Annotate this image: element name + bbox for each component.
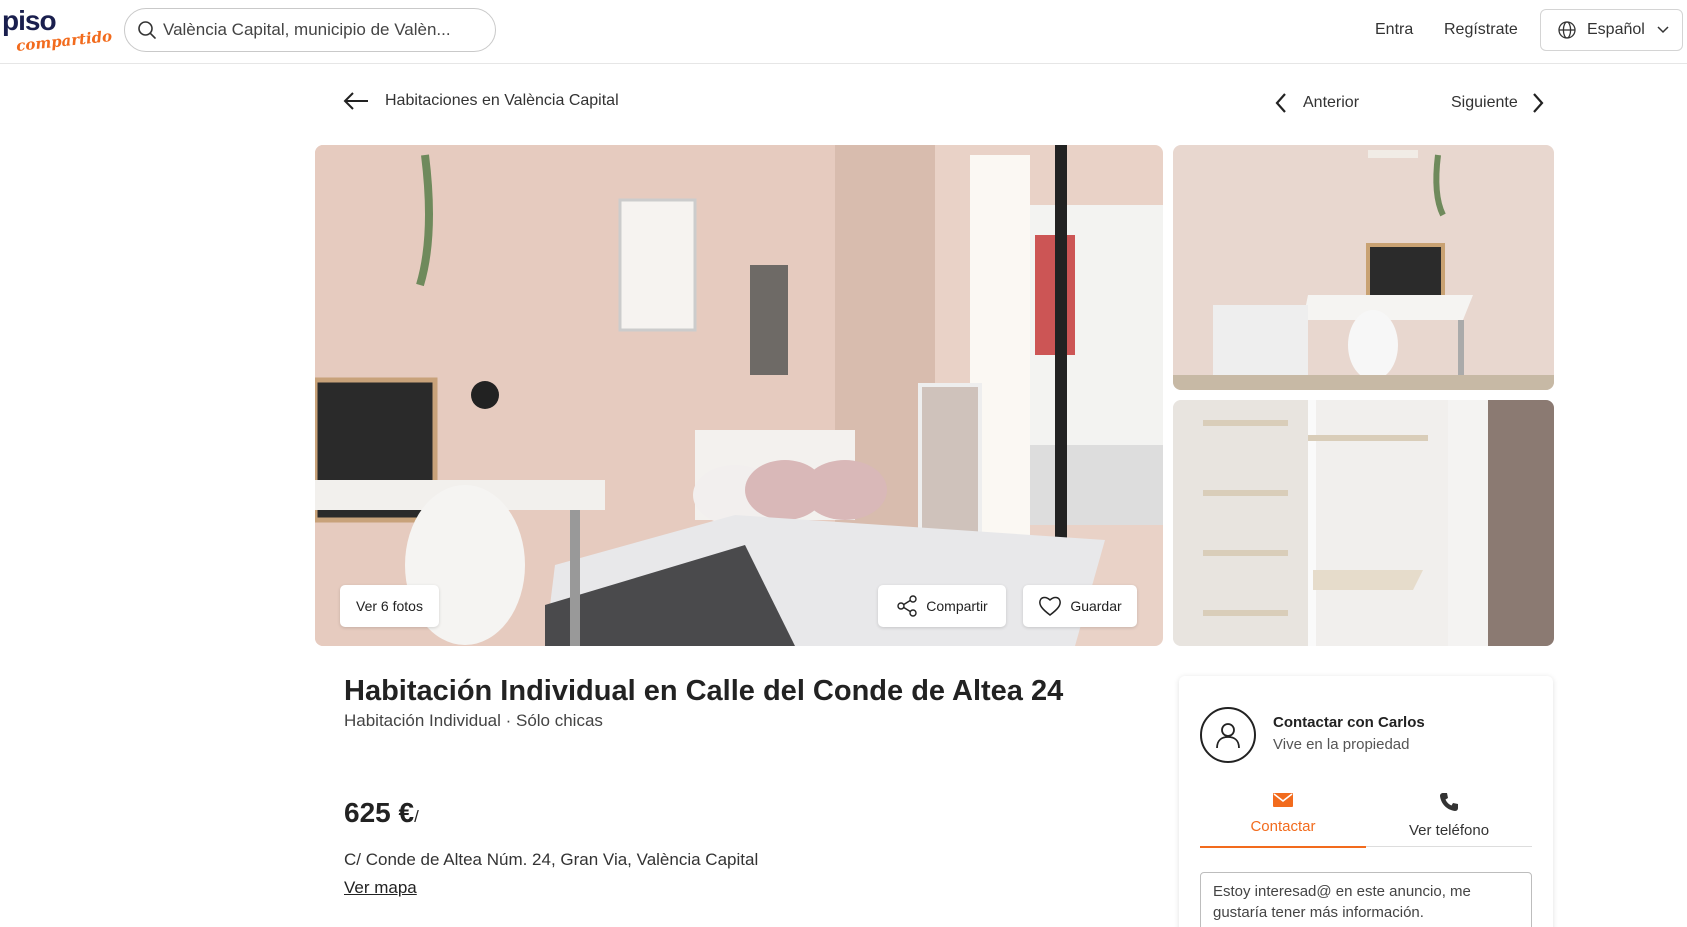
listing-price: 625 €/ <box>344 797 419 833</box>
avatar <box>1200 707 1256 763</box>
tab-contact-label: Contactar <box>1250 818 1316 835</box>
room-wardrobe-photo[interactable] <box>1173 400 1554 646</box>
view-map-link[interactable]: Ver mapa <box>344 878 417 898</box>
see-photos-label: Ver 6 fotos <box>356 598 423 614</box>
room-desk-photo[interactable] <box>1173 145 1554 390</box>
login-link[interactable]: Entra <box>1375 20 1413 40</box>
tab-phone-label: Ver teléfono <box>1408 822 1490 839</box>
share-icon <box>897 595 917 617</box>
envelope-icon <box>1273 793 1293 807</box>
chevron-left-icon <box>1275 93 1286 113</box>
message-textarea[interactable]: Estoy interesad@ en este anuncio, me gus… <box>1200 872 1532 927</box>
language-label: Español <box>1587 21 1645 38</box>
back-link-label: Habitaciones en València Capital <box>385 92 619 109</box>
listing-address: C/ Conde de Altea Núm. 24, Gran Via, Val… <box>344 850 759 869</box>
search-input[interactable]: València Capital, municipio de Valèn... <box>124 8 496 52</box>
bedroom-photo <box>315 145 1163 646</box>
chevron-down-icon <box>1657 26 1669 34</box>
next-label: Siguiente <box>1451 94 1518 111</box>
globe-icon <box>1558 21 1576 39</box>
logo-text-top: piso <box>2 5 57 36</box>
desk-photo <box>1173 145 1554 390</box>
chevron-right-icon <box>1532 93 1544 113</box>
save-button[interactable]: Guardar <box>1023 585 1137 627</box>
piso-compartido-logo[interactable]: piso compartido <box>2 5 113 56</box>
see-all-photos-button[interactable]: Ver 6 fotos <box>340 585 439 627</box>
search-icon <box>138 21 156 39</box>
previous-listing-link[interactable]: Anterior <box>1275 92 1359 114</box>
top-bar: piso compartido València Capital, munici… <box>0 0 1687 64</box>
listing-title: Habitación Individual en Calle del Conde… <box>344 675 1064 707</box>
user-icon <box>1216 723 1240 749</box>
next-listing-link[interactable]: Siguiente <box>1451 92 1544 114</box>
contact-status: Vive en la propiedad <box>1273 736 1410 753</box>
phone-icon <box>1440 793 1458 811</box>
listing-subtitle: Habitación Individual · Sólo chicas <box>344 711 603 730</box>
share-button[interactable]: Compartir <box>878 585 1006 627</box>
price-value: 625 € <box>344 797 415 828</box>
heart-icon <box>1039 596 1062 616</box>
back-to-results-link[interactable]: Habitaciones en València Capital <box>343 92 619 110</box>
save-label: Guardar <box>1070 598 1122 614</box>
arrow-left-icon <box>343 92 368 110</box>
share-label: Compartir <box>926 598 988 614</box>
wardrobe-photo <box>1173 400 1554 646</box>
main-room-photo[interactable] <box>315 145 1163 646</box>
tab-contact[interactable]: Contactar <box>1200 792 1366 848</box>
tab-phone[interactable]: Ver teléfono <box>1366 792 1532 847</box>
register-link[interactable]: Regístrate <box>1444 20 1518 40</box>
language-selector[interactable]: Español <box>1540 9 1683 51</box>
price-separator: / <box>414 807 419 826</box>
contact-name: Contactar con Carlos <box>1273 714 1425 731</box>
previous-label: Anterior <box>1303 94 1360 111</box>
search-query: València Capital, municipio de Valèn... <box>163 20 451 39</box>
contact-card: Contactar con Carlos Vive en la propieda… <box>1179 676 1553 927</box>
